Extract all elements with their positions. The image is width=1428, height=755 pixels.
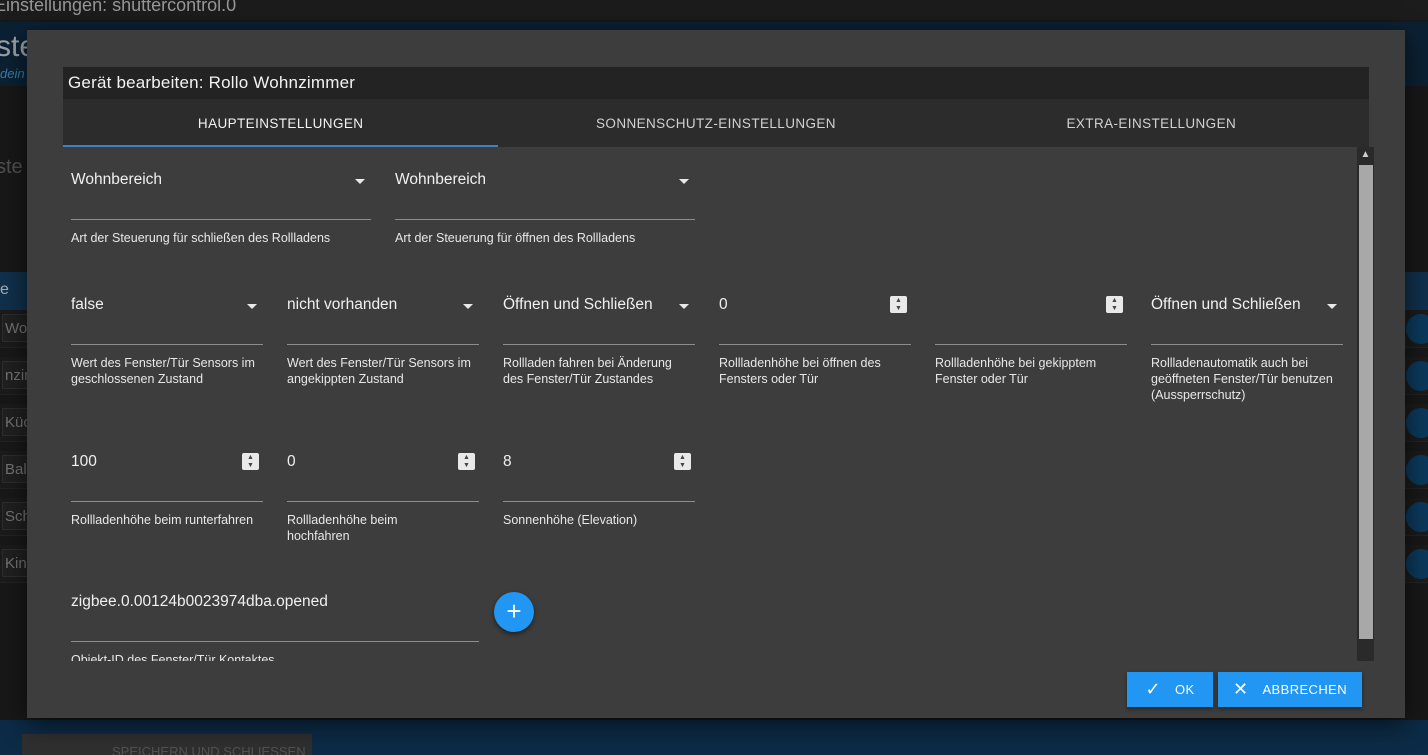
- height-up-value: 0: [287, 453, 296, 470]
- dialog-title: Gerät bearbeiten: Rollo Wohnzimmer: [63, 67, 1369, 99]
- sensor-tilted-help: Wert des Fenster/Tür Sensors im angekipp…: [287, 356, 471, 386]
- height-up-help: Rollladenhöhe beim hochfahren: [287, 513, 398, 543]
- open-type-value: Wohnbereich: [395, 171, 487, 188]
- chevron-down-icon[interactable]: [1327, 304, 1337, 309]
- contact-id-help: Objekt-ID des Fenster/Tür Kontaktes: [71, 653, 275, 661]
- check-icon: ✓: [1145, 679, 1161, 699]
- height-window-open-input[interactable]: 0 ▲ ▼ Rollladenhöhe bei öffnen des Fenste…: [711, 296, 911, 396]
- edit-device-dialog: Gerät bearbeiten: Rollo Wohnzimmer HAUPT…: [27, 30, 1405, 718]
- height-down-value: 100: [71, 453, 97, 470]
- elevation-help: Sonnenhöhe (Elevation): [503, 513, 638, 527]
- tab-main-settings[interactable]: HAUPTEINSTELLUNGEN: [63, 99, 499, 147]
- elevation-input[interactable]: 8 ▲ ▼ Sonnenhöhe (Elevation): [495, 453, 695, 553]
- cancel-label: ABBRECHEN: [1262, 682, 1347, 697]
- content-scrollbar[interactable]: ▲: [1357, 147, 1374, 661]
- scroll-up-icon[interactable]: ▲: [1357, 147, 1374, 163]
- height-window-open-help: Rollladenhöhe bei öffnen des Fensters od…: [719, 356, 881, 386]
- spinner-icon[interactable]: ▲ ▼: [458, 453, 475, 470]
- contact-id-value: zigbee.0.00124b0023974dba.opened: [71, 593, 328, 610]
- close-type-select[interactable]: Wohnbereich Art der Steuerung für schlie…: [63, 171, 371, 261]
- open-type-select[interactable]: Wohnbereich Art der Steuerung für öffnen…: [387, 171, 695, 261]
- spinner-icon[interactable]: ▲ ▼: [674, 453, 691, 470]
- drive-on-change-select[interactable]: Öffnen und Schließen Rollladen fahren be…: [495, 296, 695, 396]
- chevron-down-icon[interactable]: [247, 304, 257, 309]
- cancel-button[interactable]: ✕ ABBRECHEN: [1218, 672, 1362, 707]
- spinner-icon[interactable]: ▲ ▼: [1106, 296, 1123, 313]
- scrollbar-thumb[interactable]: [1359, 165, 1373, 639]
- height-window-tilted-help: Rollladenhöhe bei gekipptem Fenster oder…: [935, 356, 1097, 386]
- chevron-down-icon[interactable]: [463, 304, 473, 309]
- tab-sun-protection-settings[interactable]: SONNENSCHUTZ-EINSTELLUNGEN: [498, 99, 933, 147]
- height-window-open-value: 0: [719, 296, 728, 313]
- drive-on-change-value: Öffnen und Schließen: [503, 296, 653, 313]
- elevation-value: 8: [503, 453, 512, 470]
- height-down-help: Rollladenhöhe beim runterfahren: [71, 513, 254, 527]
- chevron-down-icon[interactable]: [679, 179, 689, 184]
- lockout-protection-select[interactable]: Öffnen und Schließen Rollladenautomatik …: [1143, 296, 1343, 402]
- close-type-value: Wohnbereich: [71, 171, 163, 188]
- height-window-tilted-input[interactable]: ▲ ▼ Rollladenhöhe bei gekipptem Fenster o…: [927, 296, 1127, 396]
- add-button[interactable]: +: [494, 592, 534, 632]
- lockout-protection-help: Rollladenautomatik auch bei geöffneten F…: [1151, 356, 1333, 402]
- contact-id-input[interactable]: zigbee.0.00124b0023974dba.opened Objekt-…: [63, 593, 479, 661]
- lockout-protection-value: Öffnen und Schließen: [1151, 296, 1301, 313]
- dialog-content: Wohnbereich Art der Steuerung für schlie…: [63, 147, 1357, 661]
- spinner-icon[interactable]: ▲ ▼: [890, 296, 907, 313]
- spinner-icon[interactable]: ▲ ▼: [242, 453, 259, 470]
- tab-extra-settings[interactable]: EXTRA-EINSTELLUNGEN: [934, 99, 1369, 147]
- sensor-closed-select[interactable]: false Wert des Fenster/Tür Sensors im ge…: [63, 296, 263, 396]
- drive-on-change-help: Rollladen fahren bei Änderung des Fenste…: [503, 356, 672, 386]
- ok-label: OK: [1174, 682, 1195, 697]
- dialog-tabs: HAUPTEINSTELLUNGEN SONNENSCHUTZ-EINSTELL…: [63, 99, 1369, 147]
- height-down-input[interactable]: 100 ▲ ▼ Rollladenhöhe beim runterfahren: [63, 453, 263, 553]
- chevron-down-icon[interactable]: [679, 304, 689, 309]
- sensor-tilted-select[interactable]: nicht vorhanden Wert des Fenster/Tür Sen…: [279, 296, 479, 396]
- close-type-help: Art der Steuerung für schließen des Roll…: [71, 231, 331, 245]
- plus-icon: +: [506, 596, 522, 626]
- close-icon: ✕: [1233, 679, 1249, 699]
- sensor-closed-help: Wert des Fenster/Tür Sensors im geschlos…: [71, 356, 255, 386]
- open-type-help: Art der Steuerung für öffnen des Rolllad…: [395, 231, 636, 245]
- sensor-closed-value: false: [71, 296, 104, 313]
- sensor-tilted-value: nicht vorhanden: [287, 296, 398, 313]
- ok-button[interactable]: ✓ OK: [1127, 672, 1213, 707]
- chevron-down-icon[interactable]: [355, 179, 365, 184]
- height-up-input[interactable]: 0 ▲ ▼ Rollladenhöhe beim hochfahren: [279, 453, 479, 553]
